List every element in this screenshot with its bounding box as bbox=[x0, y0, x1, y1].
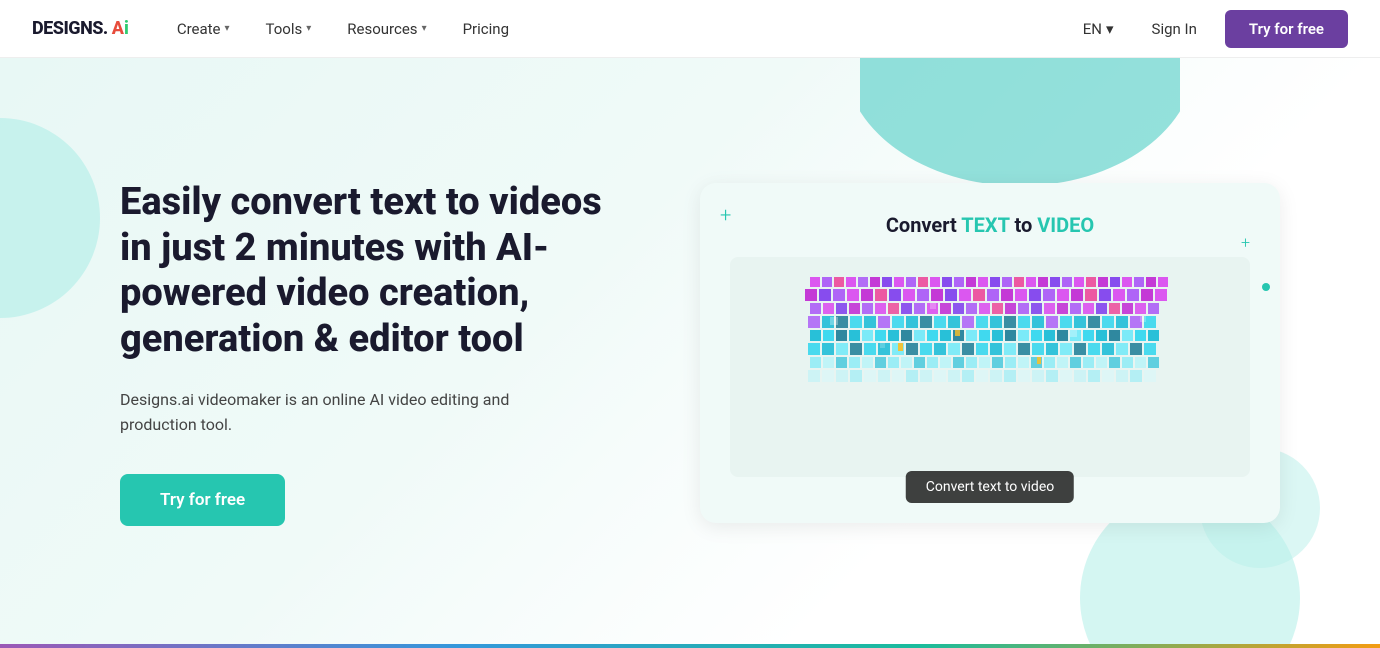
logo-a: A bbox=[112, 18, 124, 39]
logo-i: i bbox=[124, 18, 129, 39]
nav-pricing[interactable]: Pricing bbox=[447, 12, 525, 46]
hero-subtitle: Designs.ai videomaker is an online AI vi… bbox=[120, 387, 540, 438]
pixel-visualization bbox=[730, 257, 1250, 477]
chevron-down-icon: ▾ bbox=[422, 23, 427, 34]
title-text-word: TEXT bbox=[961, 213, 1009, 237]
hero-content: Easily convert text to videos in just 2 … bbox=[120, 180, 640, 526]
try-free-hero-label: Try for free bbox=[160, 490, 245, 510]
nav-tools-label: Tools bbox=[266, 20, 303, 38]
logo-text: DESIGNS. bbox=[32, 18, 108, 39]
try-free-nav-label: Try for free bbox=[1249, 20, 1324, 38]
dot-decoration bbox=[1262, 283, 1270, 291]
chevron-down-icon: ▾ bbox=[306, 23, 311, 34]
nav-links: Create ▾ Tools ▾ Resources ▾ Pricing bbox=[161, 12, 1073, 46]
navbar: DESIGNS. Ai Create ▾ Tools ▾ Resources ▾… bbox=[0, 0, 1380, 58]
chevron-down-icon: ▾ bbox=[225, 23, 230, 34]
video-demo-card: Convert TEXT to VIDEO bbox=[700, 183, 1280, 523]
video-card-title: Convert TEXT to VIDEO bbox=[730, 213, 1250, 237]
nav-resources-label: Resources bbox=[347, 20, 417, 38]
sign-in-button[interactable]: Sign In bbox=[1140, 14, 1209, 44]
plus-decoration-tr: + bbox=[1241, 233, 1250, 252]
logo[interactable]: DESIGNS. Ai bbox=[32, 18, 129, 39]
title-to: to bbox=[1014, 213, 1037, 237]
nav-right: EN ▾ Sign In Try for free bbox=[1073, 10, 1348, 48]
bottom-gradient-bar bbox=[0, 644, 1380, 648]
logo-ai: Ai bbox=[112, 18, 129, 39]
language-selector[interactable]: EN ▾ bbox=[1073, 14, 1124, 44]
title-video-word: VIDEO bbox=[1037, 213, 1094, 237]
pixel-art-svg bbox=[730, 257, 1250, 477]
try-for-free-hero-button[interactable]: Try for free bbox=[120, 474, 285, 526]
title-convert: Convert bbox=[886, 213, 961, 237]
nav-pricing-label: Pricing bbox=[463, 20, 509, 38]
lang-label: EN bbox=[1083, 20, 1102, 38]
blob-left-decoration bbox=[0, 118, 100, 318]
nav-tools[interactable]: Tools ▾ bbox=[250, 12, 328, 46]
nav-resources[interactable]: Resources ▾ bbox=[331, 12, 442, 46]
plus-decoration-tl: + bbox=[720, 203, 731, 227]
try-for-free-nav-button[interactable]: Try for free bbox=[1225, 10, 1348, 48]
sign-in-label: Sign In bbox=[1152, 20, 1197, 38]
nav-create[interactable]: Create ▾ bbox=[161, 12, 246, 46]
hero-section: Easily convert text to videos in just 2 … bbox=[0, 58, 1380, 648]
hero-title: Easily convert text to videos in just 2 … bbox=[120, 180, 640, 362]
hero-visual: Convert TEXT to VIDEO bbox=[680, 183, 1300, 523]
nav-create-label: Create bbox=[177, 20, 221, 38]
chevron-down-icon: ▾ bbox=[1106, 20, 1114, 38]
convert-label: Convert text to video bbox=[906, 471, 1074, 503]
